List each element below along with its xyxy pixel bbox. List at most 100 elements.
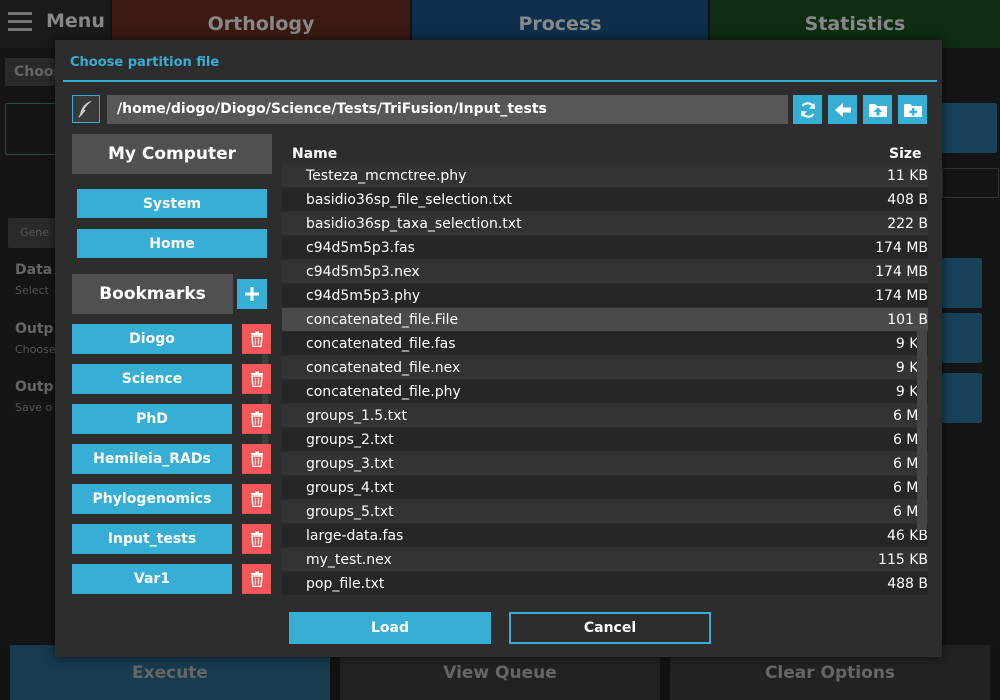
bookmark-item[interactable]: Phylogenomics [72,484,232,514]
trash-icon [250,371,263,387]
trash-icon [250,531,263,547]
bookmark-item[interactable]: Diogo [72,324,232,354]
delete-bookmark-button[interactable] [242,564,271,594]
delete-bookmark-button[interactable] [242,324,271,354]
file-row[interactable]: groups_2.txt 6 MB [282,428,928,452]
file-name: Testeza_mcmctree.phy [306,167,467,184]
name-column-header[interactable]: Name [292,146,337,162]
trash-icon [250,331,263,347]
delete-bookmark-button[interactable] [242,444,271,474]
file-list: Testeza_mcmctree.phy 11 KB basidio36sp_fil… [282,164,928,596]
file-chooser-dialog: Choose partition file /home/diogo/Diogo/… [55,40,942,657]
parent-folder-button[interactable] [863,95,892,124]
size-column-header[interactable]: Size [889,146,922,162]
file-size: 6 MB [892,407,928,424]
file-name: concatenated_file.nex [306,359,461,376]
file-size: 6 MB [892,431,928,448]
file-name: my_test.nex [306,551,392,568]
file-row[interactable]: c94d5m5p3.fas 174 MB [282,236,928,260]
trash-icon [250,571,263,587]
file-row[interactable]: groups_1.5.txt 6 MB [282,404,928,428]
edit-path-button[interactable] [72,95,100,123]
file-name: basidio36sp_file_selection.txt [306,191,512,208]
system-button[interactable]: System [77,189,267,218]
file-size: 6 MB [892,503,928,520]
delete-bookmark-button[interactable] [242,364,271,394]
file-row[interactable]: groups_5.txt 6 MB [282,500,928,524]
add-bookmark-button[interactable] [237,279,267,309]
feather-icon [78,101,92,118]
file-name: concatenated_file.fas [306,335,456,352]
file-name: groups_4.txt [306,479,394,496]
my-computer-header: My Computer [72,134,272,174]
file-size: 115 KB [878,551,928,568]
file-name: groups_1.5.txt [306,407,407,424]
file-row[interactable]: c94d5m5p3.phy 174 MB [282,284,928,308]
trash-icon [250,411,263,427]
bookmark-item[interactable]: Science [72,364,232,394]
file-name: c94d5m5p3.phy [306,287,421,304]
file-size: 488 B [887,575,928,592]
file-name: groups_2.txt [306,431,394,448]
file-list-scrollbar[interactable] [917,330,927,530]
file-row[interactable]: basidio36sp_taxa_selection.txt 222 B [282,212,928,236]
bg-fragment: Outp [15,321,54,337]
file-row[interactable]: concatenated_file.nex 9 KB [282,356,928,380]
bg-fragment: Select [15,284,49,297]
delete-bookmark-button[interactable] [242,524,271,554]
file-size: 11 KB [886,167,928,184]
folder-up-icon [868,103,887,117]
bg-fragment: Data [15,262,53,278]
file-name: c94d5m5p3.nex [306,263,420,280]
bookmark-item[interactable]: Hemileia_RADs [72,444,232,474]
hamburger-icon [8,12,32,32]
file-name: basidio36sp_taxa_selection.txt [306,215,522,232]
file-size: 9 KB [895,335,928,352]
dialog-title: Choose partition file [70,55,220,70]
file-size: 174 MB [875,287,928,304]
bookmark-item[interactable]: PhD [72,404,232,434]
file-row[interactable]: Testeza_mcmctree.phy 11 KB [282,164,928,188]
refresh-button[interactable] [793,95,822,124]
file-name: concatenated_file.phy [306,383,461,400]
file-row[interactable]: c94d5m5p3.nex 174 MB [282,260,928,284]
delete-bookmark-button[interactable] [242,404,271,434]
arrow-left-icon [834,102,851,117]
home-button[interactable]: Home [77,229,267,258]
cancel-button[interactable]: Cancel [509,612,711,644]
bg-fragment: Outp [15,379,54,395]
title-divider [63,80,937,82]
file-row[interactable]: groups_4.txt 6 MB [282,476,928,500]
menu-label: Menu [46,10,105,32]
delete-bookmark-button[interactable] [242,484,271,514]
file-size: 9 KB [895,359,928,376]
load-button[interactable]: Load [289,612,491,644]
file-row[interactable]: pop_file.txt 488 B [282,572,928,596]
file-size: 6 MB [892,455,928,472]
file-row[interactable]: concatenated_file.File 101 B [282,308,928,332]
file-row[interactable]: my_test.nex 115 KB [282,548,928,572]
file-size: 101 B [887,311,928,328]
bg-fragment: Choose [15,343,56,356]
bookmark-item[interactable]: Input_tests [72,524,232,554]
folder-plus-icon [903,103,922,117]
file-size: 174 MB [875,263,928,280]
new-folder-button[interactable] [898,95,927,124]
file-row[interactable]: concatenated_file.fas 9 KB [282,332,928,356]
back-button[interactable] [828,95,857,124]
refresh-icon [800,101,815,118]
file-row[interactable]: large-data.fas 46 KB [282,524,928,548]
file-name: c94d5m5p3.fas [306,239,415,256]
file-size: 408 B [887,191,928,208]
path-input[interactable]: /home/diogo/Diogo/Science/Tests/TriFusio… [107,95,788,124]
file-row[interactable]: groups_3.txt 6 MB [282,452,928,476]
bookmarks-header: Bookmarks [72,274,233,314]
file-size: 9 KB [895,383,928,400]
bg-fragment: Gene [20,226,50,239]
bookmark-item[interactable]: Var1 [72,564,232,594]
plus-icon [245,287,259,301]
file-row[interactable]: concatenated_file.phy 9 KB [282,380,928,404]
bg-fragment: Save o [15,401,53,414]
file-row[interactable]: basidio36sp_file_selection.txt 408 B [282,188,928,212]
file-size: 222 B [887,215,928,232]
